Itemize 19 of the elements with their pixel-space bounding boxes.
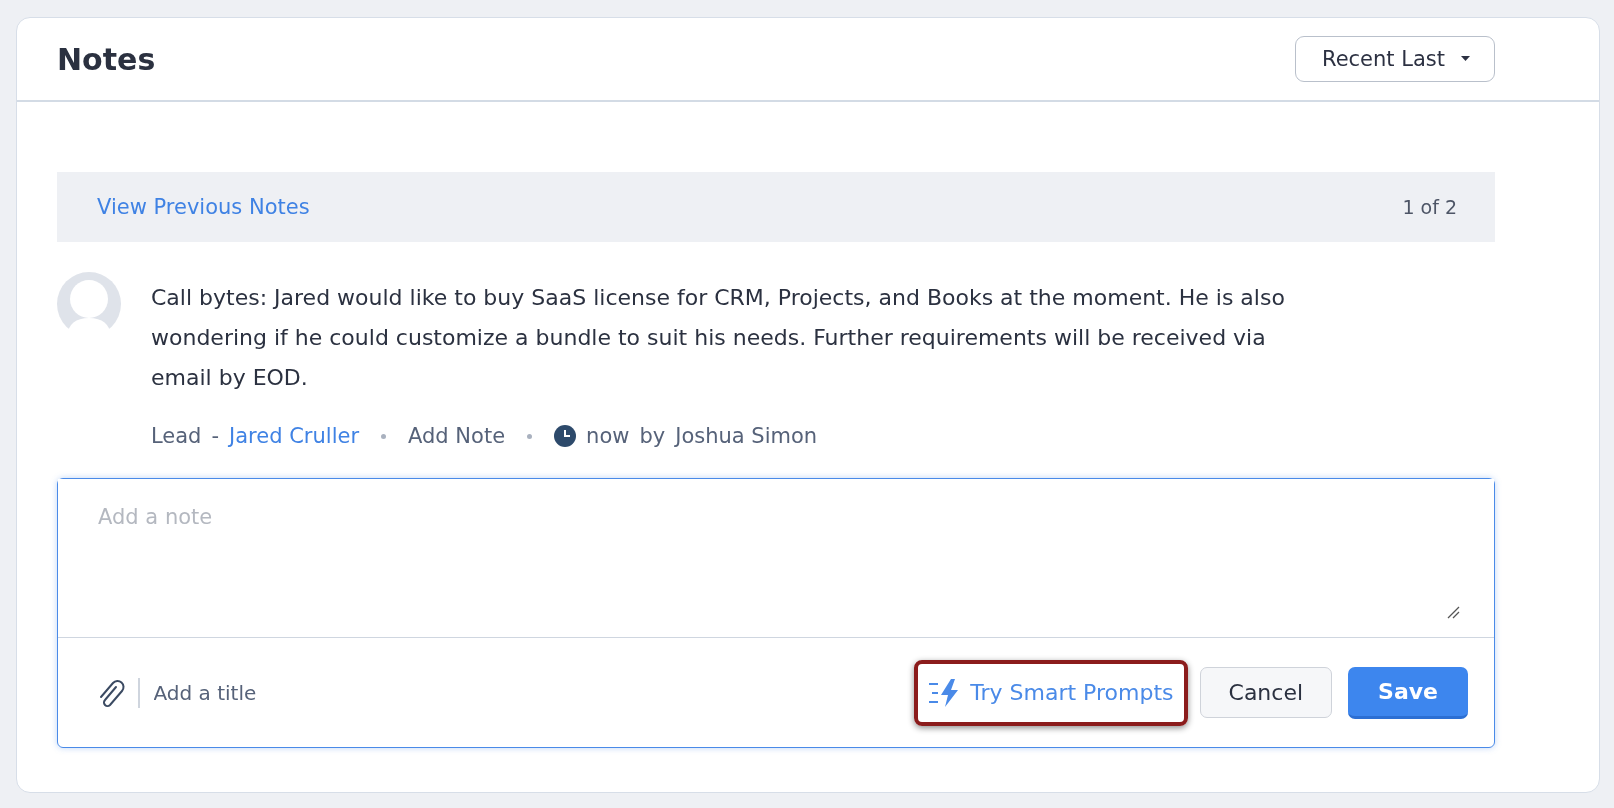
- separator: -: [211, 424, 220, 448]
- note-editor[interactable]: Add a note Add a title Try Smart Prompts Cancel Save: [57, 478, 1495, 748]
- note-count: 1 of 2: [1402, 196, 1457, 218]
- view-previous-link[interactable]: View Previous Notes: [97, 195, 310, 219]
- author-name: Joshua Simon: [675, 424, 818, 448]
- by-label: by: [639, 424, 666, 448]
- cancel-button[interactable]: Cancel: [1199, 667, 1333, 718]
- caret-icon: [1461, 56, 1470, 62]
- sort-dropdown[interactable]: Recent Last: [1295, 36, 1495, 82]
- resize-grip-icon: [1446, 605, 1460, 619]
- clock-icon: [554, 425, 577, 447]
- module-label: Lead: [151, 424, 202, 448]
- avatar-icon: [57, 272, 121, 336]
- section-title: Notes: [57, 41, 156, 77]
- note-time: now: [586, 424, 630, 448]
- record-link[interactable]: Jared Cruller: [229, 424, 360, 448]
- note-text: Call bytes: Jared would like to buy SaaS license for CRM, Projects, and Books at the moment. He is also wondering if he could customize a bundle to suit his needs. Further requirements will be received via email by EOD.: [151, 284, 1286, 392]
- save-button[interactable]: Save: [1348, 666, 1468, 719]
- action-label: Add Note: [408, 424, 506, 448]
